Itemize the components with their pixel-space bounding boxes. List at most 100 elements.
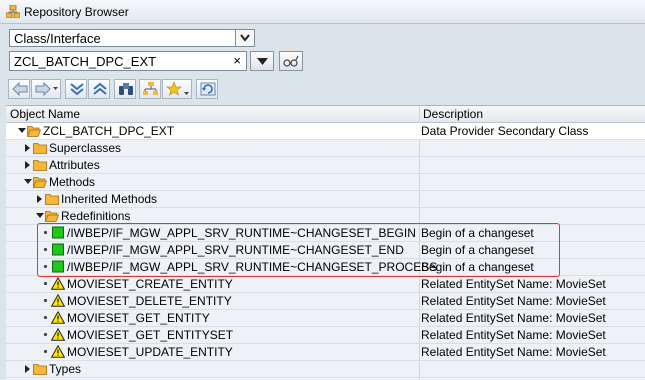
tree-item-label: MOVIESET_CREATE_ENTITY bbox=[67, 277, 233, 291]
warning-triangle-icon bbox=[51, 277, 65, 290]
collapsed-arrow-icon[interactable] bbox=[24, 365, 32, 373]
tree-item-description: Begin of a changeset bbox=[421, 260, 534, 274]
tree-item-label: MOVIESET_GET_ENTITYSET bbox=[67, 328, 234, 342]
hierarchy-icon bbox=[143, 82, 158, 95]
tree-item-label: Types bbox=[49, 362, 82, 376]
tree-row[interactable]: Inherited Methods bbox=[6, 191, 645, 208]
arrow-left-icon bbox=[12, 82, 28, 96]
title-bar: Repository Browser bbox=[0, 0, 645, 24]
folder-icon bbox=[45, 194, 59, 205]
tree-row[interactable]: Superclasses bbox=[6, 140, 645, 157]
object-type-dropdown[interactable]: Class/Interface bbox=[9, 29, 255, 47]
tree-item-label: Inherited Methods bbox=[61, 192, 158, 206]
refresh-button[interactable] bbox=[196, 79, 218, 99]
tree-row[interactable]: /IWBEP/IF_MGW_APPL_SRV_RUNTIME~CHANGESET… bbox=[6, 225, 645, 242]
tree-header: Object Name Description bbox=[6, 106, 645, 123]
display-dropdown-button[interactable] bbox=[250, 51, 274, 71]
tree-item-description: Related EntitySet Name: MovieSet bbox=[421, 345, 606, 359]
tree-row[interactable]: MOVIESET_UPDATE_ENTITY Related EntitySet … bbox=[6, 344, 645, 361]
tree-row[interactable]: MOVIESET_CREATE_ENTITY Related EntitySet … bbox=[6, 276, 645, 293]
folder-open-icon bbox=[33, 177, 47, 188]
tree-row[interactable]: MOVIESET_GET_ENTITY Related EntitySet Nam… bbox=[6, 310, 645, 327]
warning-triangle-icon bbox=[51, 328, 65, 341]
tree-bullet bbox=[44, 231, 47, 234]
tree-row[interactable]: /IWBEP/IF_MGW_APPL_SRV_RUNTIME~CHANGESET… bbox=[6, 242, 645, 259]
forward-button[interactable] bbox=[31, 79, 61, 99]
tree-item-description: Related EntitySet Name: MovieSet bbox=[421, 311, 606, 325]
tree-bullet bbox=[44, 350, 47, 353]
favorites-button[interactable] bbox=[162, 79, 192, 99]
tree-row[interactable]: ZCL_BATCH_DPC_EXT Data Provider Secondary… bbox=[6, 123, 645, 140]
tree-item-label: Redefinitions bbox=[61, 209, 131, 223]
repository-tree: Object Name Description ZCL_BATCH_DPC_EX… bbox=[6, 105, 645, 380]
arrow-right-icon bbox=[35, 82, 58, 96]
find-button[interactable] bbox=[114, 79, 136, 99]
green-square-icon bbox=[52, 243, 64, 256]
expanded-arrow-icon[interactable] bbox=[36, 212, 44, 220]
tree-item-description: Begin of a changeset bbox=[421, 243, 534, 257]
navigation-toolbar bbox=[8, 79, 248, 101]
tree-item-label: MOVIESET_UPDATE_ENTITY bbox=[67, 345, 233, 359]
tree-row[interactable]: Redefinitions bbox=[6, 208, 645, 225]
expand-all-button[interactable] bbox=[65, 79, 87, 99]
tree-bullet bbox=[44, 299, 47, 302]
collapse-up-icon bbox=[93, 82, 107, 95]
object-type-value: Class/Interface bbox=[14, 31, 101, 46]
repository-browser-icon bbox=[6, 5, 20, 18]
tree-item-label: Methods bbox=[49, 175, 96, 189]
tree-item-label: Superclasses bbox=[49, 141, 122, 155]
tree-bullet bbox=[44, 282, 47, 285]
warning-triangle-icon bbox=[51, 311, 65, 324]
folder-icon bbox=[33, 143, 47, 154]
tree-row[interactable]: MOVIESET_DELETE_ENTITY Related EntitySet … bbox=[6, 293, 645, 310]
tree-bullet bbox=[44, 333, 47, 336]
tree-item-description: Data Provider Secondary Class bbox=[421, 124, 589, 138]
folder-open-icon bbox=[45, 211, 59, 222]
tree-item-label: /IWBEP/IF_MGW_APPL_SRV_RUNTIME~CHANGESET… bbox=[67, 243, 404, 257]
tree-bullet bbox=[44, 316, 47, 319]
expand-down-icon bbox=[70, 83, 84, 96]
glasses-icon bbox=[283, 55, 299, 67]
dropdown-toggle-button[interactable] bbox=[235, 30, 254, 46]
tree-bullet bbox=[44, 248, 47, 251]
object-name-input[interactable]: ZCL_BATCH_DPC_EXT × bbox=[9, 51, 247, 71]
warning-triangle-icon bbox=[51, 345, 65, 358]
tree-row[interactable]: Methods bbox=[6, 174, 645, 191]
tree-item-label: Attributes bbox=[49, 158, 100, 172]
column-header-object-name[interactable]: Object Name bbox=[10, 107, 80, 121]
tree-item-label: MOVIESET_GET_ENTITY bbox=[67, 311, 210, 325]
tree-item-label: MOVIESET_DELETE_ENTITY bbox=[67, 294, 232, 308]
tree-row[interactable]: MOVIESET_GET_ENTITYSET Related EntitySet … bbox=[6, 327, 645, 344]
collapsed-arrow-icon[interactable] bbox=[24, 161, 32, 169]
clear-input-icon[interactable]: × bbox=[233, 53, 241, 68]
hierarchy-button[interactable] bbox=[139, 79, 161, 99]
folder-icon bbox=[33, 364, 47, 375]
tree-row[interactable]: Types bbox=[6, 361, 645, 378]
tree-item-description: Related EntitySet Name: MovieSet bbox=[421, 277, 606, 291]
tree-item-description: Begin of a changeset bbox=[421, 226, 534, 240]
binoculars-icon bbox=[119, 83, 133, 95]
expanded-arrow-icon[interactable] bbox=[18, 127, 26, 135]
tree-row[interactable]: Attributes bbox=[6, 157, 645, 174]
folder-icon bbox=[33, 160, 47, 171]
tree-item-label: /IWBEP/IF_MGW_APPL_SRV_RUNTIME~CHANGESET… bbox=[67, 226, 416, 240]
triangle-down-icon bbox=[257, 58, 268, 65]
collapse-all-button[interactable] bbox=[88, 79, 110, 99]
tree-item-description: Related EntitySet Name: MovieSet bbox=[421, 294, 606, 308]
collapsed-arrow-icon[interactable] bbox=[36, 195, 44, 203]
warning-triangle-icon bbox=[51, 294, 65, 307]
collapsed-arrow-icon[interactable] bbox=[24, 144, 32, 152]
object-name-value: ZCL_BATCH_DPC_EXT bbox=[14, 54, 157, 69]
tree-item-description: Related EntitySet Name: MovieSet bbox=[421, 328, 606, 342]
refresh-icon bbox=[200, 82, 216, 96]
display-object-button[interactable] bbox=[279, 51, 303, 71]
green-square-icon bbox=[52, 260, 64, 273]
star-icon bbox=[166, 82, 189, 96]
window-title: Repository Browser bbox=[24, 5, 129, 19]
column-header-description[interactable]: Description bbox=[423, 107, 483, 121]
tree-row[interactable]: /IWBEP/IF_MGW_APPL_SRV_RUNTIME~CHANGESET… bbox=[6, 259, 645, 276]
expanded-arrow-icon[interactable] bbox=[24, 178, 32, 186]
back-button[interactable] bbox=[8, 79, 30, 99]
green-square-icon bbox=[52, 226, 64, 239]
chevron-down-icon bbox=[240, 34, 250, 42]
